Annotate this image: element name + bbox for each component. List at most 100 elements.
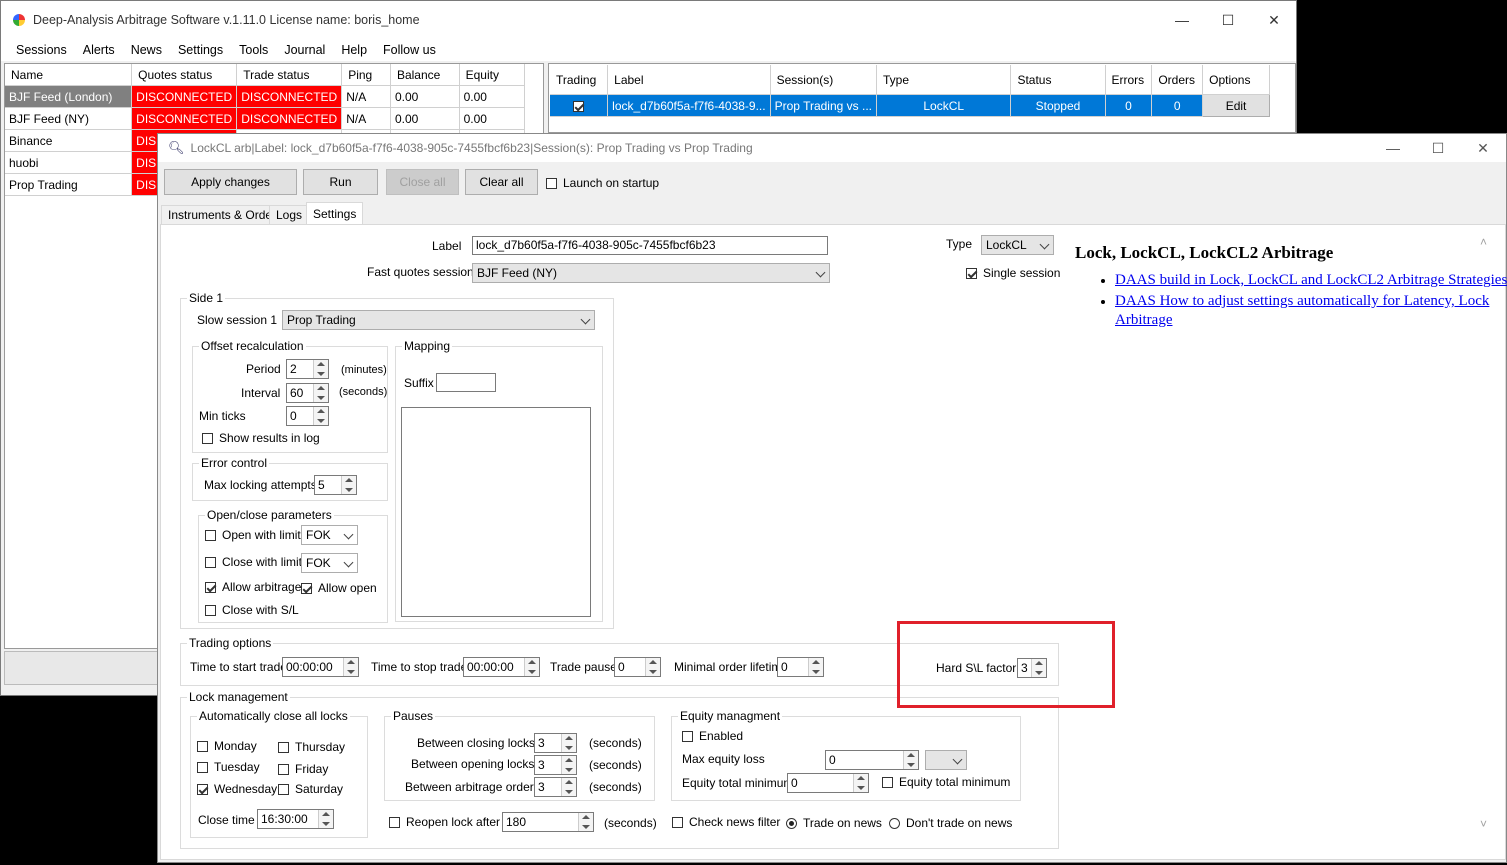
edit-button[interactable]: Edit — [1202, 94, 1270, 117]
spin-arrows-icon[interactable] — [524, 658, 539, 676]
spin-arrows-icon[interactable] — [853, 774, 868, 792]
spin-arrows-icon[interactable] — [343, 658, 358, 676]
col-equity[interactable]: Equity — [459, 64, 526, 86]
open-limit-checkbox[interactable] — [205, 529, 216, 541]
spin-arrows-icon[interactable] — [313, 407, 328, 425]
equity-min-checkbox[interactable] — [882, 776, 893, 788]
col-options[interactable]: Options — [1202, 65, 1270, 95]
menu-follow-us[interactable]: Follow us — [375, 43, 444, 57]
launch-on-startup[interactable]: Launch on startup — [546, 176, 659, 190]
table-row[interactable]: BJF Feed (London) DISCONNECTED DISCONNEC… — [5, 85, 526, 108]
max-equity-stepper[interactable]: 0 — [825, 750, 919, 770]
trade-news-radio[interactable] — [786, 817, 797, 829]
col-quotes-status[interactable]: Quotes status — [131, 64, 238, 86]
col-sessions[interactable]: Session(s) — [770, 65, 878, 95]
allow-arbitrage-checkbox[interactable] — [205, 581, 216, 593]
max-locking-stepper[interactable]: 5 — [314, 475, 357, 495]
trade-pause-stepper[interactable]: 0 — [614, 657, 661, 677]
table-row[interactable]: lock_d7b60f5a-f7f6-4038-9... Prop Tradin… — [550, 94, 1270, 117]
open-limit-select[interactable]: FOK — [301, 525, 358, 545]
min-order-stepper[interactable]: 0 — [777, 657, 824, 677]
clear-all-button[interactable]: Clear all — [465, 169, 538, 195]
close-sl-checkbox[interactable] — [205, 604, 216, 616]
between-arb-stepper[interactable]: 3 — [534, 777, 577, 797]
col-ping[interactable]: Ping — [341, 64, 391, 86]
day-saturday[interactable]: Saturday — [278, 782, 343, 796]
maximize-icon[interactable]: ☐ — [1205, 1, 1251, 39]
spin-arrows-icon[interactable] — [808, 658, 823, 676]
reopen-checkbox[interactable] — [389, 816, 400, 828]
close-limit-select[interactable]: FOK — [301, 553, 358, 573]
run-button[interactable]: Run — [303, 169, 378, 195]
col-type[interactable]: Type — [876, 65, 1012, 95]
equity-min-toggle[interactable]: Equity total minimum — [882, 775, 1010, 789]
close-time-stepper[interactable]: 16:30:00 — [257, 809, 334, 829]
day-monday[interactable]: Monday — [197, 739, 257, 753]
dont-trade-on-news[interactable]: Don't trade on news — [889, 816, 1012, 830]
launch-checkbox[interactable] — [546, 177, 557, 189]
spin-arrows-icon[interactable] — [318, 810, 333, 828]
fast-session-select[interactable]: BJF Feed (NY) — [472, 263, 830, 283]
between-opening-stepper[interactable]: 3 — [534, 755, 577, 775]
mapping-list[interactable] — [401, 407, 591, 617]
saturday-checkbox[interactable] — [278, 783, 289, 795]
col-trade-status[interactable]: Trade status — [236, 64, 343, 86]
trade-on-news[interactable]: Trade on news — [786, 816, 882, 830]
tuesday-checkbox[interactable] — [197, 761, 208, 773]
col-balance[interactable]: Balance — [390, 64, 460, 86]
news-filter-checkbox[interactable] — [672, 816, 683, 828]
spin-arrows-icon[interactable] — [561, 756, 576, 774]
suffix-input[interactable] — [436, 373, 496, 392]
dialog-maximize-icon[interactable]: ☐ — [1415, 129, 1461, 167]
dialog-minimize-icon[interactable]: — — [1370, 129, 1416, 167]
scroll-up-icon[interactable]: ˄ — [1480, 235, 1490, 249]
col-trading[interactable]: Trading — [550, 65, 609, 95]
day-wednesday[interactable]: Wednesday — [197, 782, 277, 796]
apply-changes-button[interactable]: Apply changes — [164, 169, 297, 195]
menu-settings[interactable]: Settings — [170, 43, 231, 57]
menu-news[interactable]: News — [123, 43, 170, 57]
monday-checkbox[interactable] — [197, 740, 208, 752]
enabled-checkbox[interactable] — [682, 730, 693, 742]
reopen-stepper[interactable]: 180 — [502, 812, 594, 832]
spin-arrows-icon[interactable] — [561, 734, 576, 752]
day-thursday[interactable]: Thursday — [278, 740, 345, 754]
min-ticks-stepper[interactable]: 0 — [286, 406, 329, 426]
time-stop-stepper[interactable]: 00:00:00 — [463, 657, 540, 677]
menu-journal[interactable]: Journal — [276, 43, 333, 57]
spin-arrows-icon[interactable] — [578, 813, 593, 831]
show-results-log[interactable]: Show results in log — [202, 431, 320, 445]
col-status[interactable]: Status — [1010, 65, 1106, 95]
wednesday-checkbox[interactable] — [197, 783, 208, 795]
trading-checkbox[interactable] — [573, 100, 585, 112]
tab-settings[interactable]: Settings — [306, 202, 364, 225]
equity-enabled[interactable]: Enabled — [682, 729, 743, 743]
allow-arbitrage[interactable]: Allow arbitrage — [205, 580, 301, 594]
minimize-icon[interactable]: — — [1159, 1, 1205, 39]
main-titlebar[interactable]: Deep-Analysis Arbitrage Software v.1.11.… — [1, 1, 1296, 39]
close-limit-checkbox[interactable] — [205, 556, 216, 568]
friday-checkbox[interactable] — [278, 763, 289, 775]
table-row[interactable]: BJF Feed (NY) DISCONNECTED DISCONNECTED … — [5, 107, 526, 130]
close-icon[interactable]: ✕ — [1251, 1, 1297, 39]
dialog-titlebar[interactable]: 🔍︎ LockCL arb|Label: lock_d7b60f5a-f7f6-… — [158, 134, 1506, 162]
between-closing-stepper[interactable]: 3 — [534, 733, 577, 753]
label-input[interactable]: lock_d7b60f5a-f7f6-4038-905c-7455fbcf6b2… — [472, 236, 828, 255]
interval-stepper[interactable]: 60 — [286, 383, 329, 403]
slow-session-select[interactable]: Prop Trading — [282, 310, 595, 330]
open-with-limit[interactable]: Open with limit — [205, 528, 301, 542]
tab-logs[interactable]: Logs — [269, 205, 310, 224]
spin-arrows-icon[interactable] — [903, 751, 918, 769]
day-friday[interactable]: Friday — [278, 762, 328, 776]
time-start-stepper[interactable]: 00:00:00 — [282, 657, 359, 677]
show-results-checkbox[interactable] — [202, 432, 213, 444]
allow-open-checkbox[interactable] — [301, 582, 312, 594]
spin-arrows-icon[interactable] — [313, 384, 328, 402]
period-stepper[interactable]: 2 — [286, 359, 329, 379]
spin-arrows-icon[interactable] — [341, 476, 356, 494]
close-with-sl[interactable]: Close with S/L — [205, 603, 299, 617]
scroll-down-icon[interactable]: ˅ — [1480, 817, 1490, 831]
menu-alerts[interactable]: Alerts — [75, 43, 123, 57]
col-label[interactable]: Label — [607, 65, 771, 95]
close-with-limit[interactable]: Close with limit — [205, 555, 302, 569]
